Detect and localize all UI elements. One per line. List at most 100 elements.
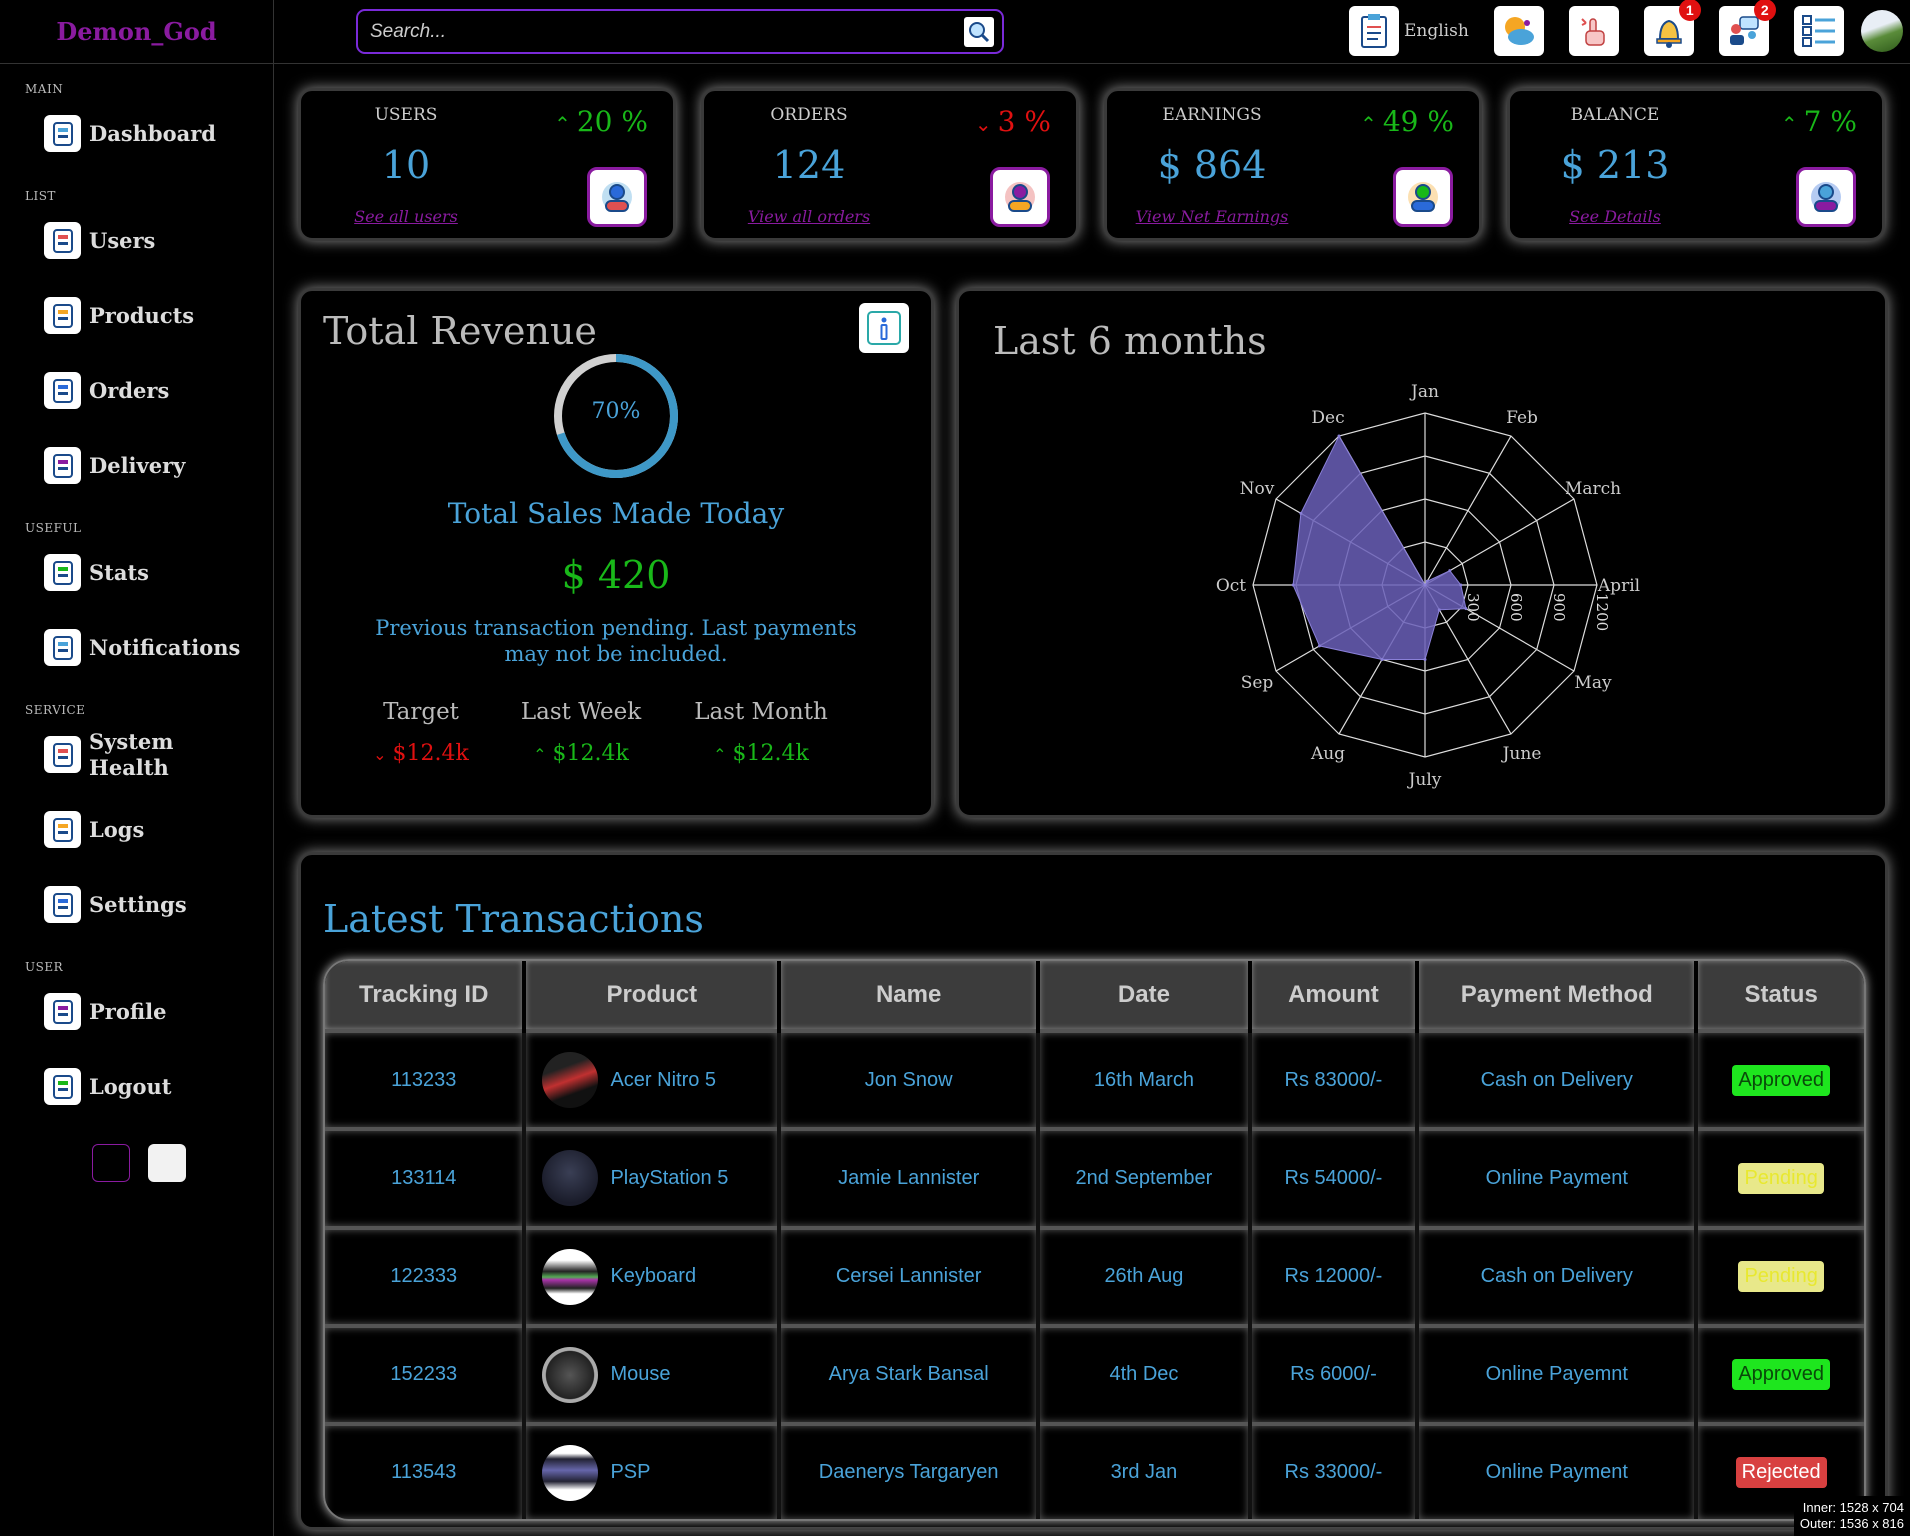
sidebar-item-delivery[interactable]: Delivery [44, 428, 273, 503]
sidebar-item-users[interactable]: Users [44, 203, 273, 278]
money-hand-icon[interactable] [1393, 167, 1453, 227]
dark-theme-button[interactable] [92, 1144, 130, 1182]
widget-percentage: ⌃ 7 % [1781, 105, 1857, 138]
phone-icon [44, 372, 81, 409]
radar-chart: JanFebMarchAprilMayJuneJulyAugSepOctNovD… [1216, 382, 1640, 790]
table-row[interactable]: 122333 Keyboard Cersei Lannister 26th Aug Rs… [325, 1225, 1864, 1326]
product-image [542, 1248, 599, 1305]
cell-id: 133114 [325, 1127, 527, 1228]
revenue-stat-last-week: Last Week ⌃ $12.4k [481, 699, 681, 766]
cell-text: 113233 [391, 1068, 457, 1091]
column-header[interactable]: Amount [1249, 961, 1420, 1031]
column-header[interactable]: Date [1038, 961, 1252, 1031]
revenue-stat-value: ⌃ $12.4k [661, 741, 861, 766]
product-image [542, 1052, 599, 1109]
cell-status: Approved [1696, 1028, 1864, 1130]
chevron-up-icon: ⌃ [1360, 112, 1377, 136]
cell-status: Pending [1696, 1127, 1864, 1228]
cell-id: 113233 [325, 1028, 527, 1130]
widget-percentage: ⌃ 49 % [1360, 105, 1454, 138]
user-icon-glyph [52, 228, 73, 253]
cell-text: Online Payemnt [1485, 1363, 1628, 1386]
column-header[interactable]: Tracking ID [325, 961, 527, 1031]
bell-icon[interactable]: 1 [1643, 0, 1701, 56]
revenue-note: Previous transaction pending. Last payme… [375, 616, 857, 666]
product-name: Keyboard [610, 1265, 697, 1288]
moon-icon[interactable] [1493, 6, 1544, 56]
widget-link[interactable]: See all users [301, 207, 511, 226]
search-input[interactable] [370, 20, 964, 43]
sidebar-item-orders[interactable]: Orders [44, 353, 273, 428]
sidebar-item-stats[interactable]: Stats [44, 535, 273, 610]
chevron-down-icon: ⌄ [373, 745, 387, 764]
cell-text: Rs 54000/- [1284, 1166, 1383, 1189]
radar-point [1317, 644, 1321, 648]
column-header[interactable]: Product [524, 961, 782, 1031]
sidebar-item-notifications[interactable]: Notifications [44, 610, 273, 685]
logout-icon [44, 1068, 81, 1105]
revenue-stat-amount: $12.4k [392, 741, 469, 766]
sidebar-item-products[interactable]: Products [44, 278, 273, 353]
language-label[interactable]: English [1404, 21, 1469, 41]
cell-amount: Rs 33000/- [1249, 1422, 1420, 1519]
light-theme-button[interactable] [148, 1144, 186, 1182]
table-row[interactable]: 113233 Acer Nitro 5 Jon Snow 16th March Rs 8… [325, 1028, 1864, 1130]
cell-method: Cash on Delivery [1417, 1028, 1699, 1130]
cell-product: PlayStation 5 [524, 1127, 782, 1228]
product-image [542, 1444, 599, 1501]
store-icon-glyph [52, 303, 73, 328]
widget-title: BALANCE [1570, 105, 1660, 125]
cell-date: 3rd Jan [1038, 1422, 1252, 1519]
pointer-icon[interactable] [1568, 6, 1619, 56]
chat-icon[interactable]: 2 [1718, 0, 1776, 56]
widget-earnings: EARNINGS ⌃ 49 % $ 864 View Net Earnings [1104, 88, 1482, 241]
radar-axis-label: Dec [1311, 408, 1344, 428]
search-button[interactable] [964, 16, 994, 47]
product-image [542, 1150, 599, 1207]
widget-link[interactable]: See Details [1510, 207, 1720, 226]
list-icon[interactable] [1793, 6, 1844, 56]
log-icon [44, 811, 81, 848]
column-header[interactable]: Payment Method [1417, 961, 1699, 1031]
sidebar-item-dashboard[interactable]: Dashboard [44, 96, 273, 171]
column-header[interactable]: Status [1696, 961, 1864, 1031]
table-row[interactable]: 113543 PSP Daenerys Targaryen 3rd Jan Rs 330… [325, 1422, 1864, 1519]
brand-logo[interactable]: Demon_God [0, 0, 273, 64]
sidebar-item-logs[interactable]: Logs [44, 792, 273, 867]
widget-users: USERS ⌃ 20 % 10 See all users [298, 88, 676, 241]
avatar[interactable] [1860, 10, 1903, 52]
widget-link[interactable]: View Net Earnings [1107, 207, 1317, 226]
sidebar-item-label: Delivery [89, 453, 186, 478]
chevron-down-icon: ⌄ [974, 112, 992, 136]
widget-link[interactable]: View all orders [704, 207, 914, 226]
user-check-icon[interactable] [587, 167, 647, 227]
sidebar-item-logout[interactable]: Logout [44, 1049, 273, 1124]
table-row[interactable]: 152233 Mouse Arya Stark Bansal 4th Dec Rs 60… [325, 1323, 1864, 1424]
revenue-stat-amount: $12.4k [732, 741, 809, 766]
cell-amount: Rs 12000/- [1249, 1225, 1420, 1326]
cell-text: 26th Aug [1104, 1265, 1184, 1288]
cell-id: 113543 [325, 1422, 527, 1519]
widget-balance: BALANCE ⌃ 7 % $ 213 See Details [1507, 88, 1885, 241]
status-badge: Pending [1738, 1261, 1824, 1293]
cell-text: 4th Dec [1109, 1363, 1179, 1386]
sidebar-item-system-health[interactable]: System Health [44, 717, 273, 792]
cell-method: Cash on Delivery [1417, 1225, 1699, 1326]
sidebar-item-settings[interactable]: Settings [44, 867, 273, 942]
wallet-icon[interactable] [1796, 167, 1856, 227]
truck-icon [44, 447, 81, 484]
theme-switcher [92, 1144, 273, 1182]
sidebar-item-profile[interactable]: Profile [44, 974, 273, 1049]
cell-amount: Rs 83000/- [1249, 1028, 1420, 1130]
radar-tick-label: 300 [1464, 593, 1482, 622]
column-header[interactable]: Name [779, 961, 1041, 1031]
cell-method: Online Payment [1417, 1422, 1699, 1519]
info-button[interactable] [859, 303, 909, 353]
table-body: 113233 Acer Nitro 5 Jon Snow 16th March Rs 8… [325, 1028, 1864, 1519]
transactions-table-wrap: Tracking ID Product Name Date Amount Payment … [323, 959, 1866, 1521]
product-image [542, 1346, 599, 1403]
order-phone-icon[interactable] [990, 167, 1050, 227]
report-icon[interactable] [1349, 6, 1399, 56]
viewport-outer: Outer: 1536 x 816 [1799, 1516, 1904, 1531]
table-row[interactable]: 133114 PlayStation 5 Jamie Lannister 2nd Se… [325, 1127, 1864, 1228]
